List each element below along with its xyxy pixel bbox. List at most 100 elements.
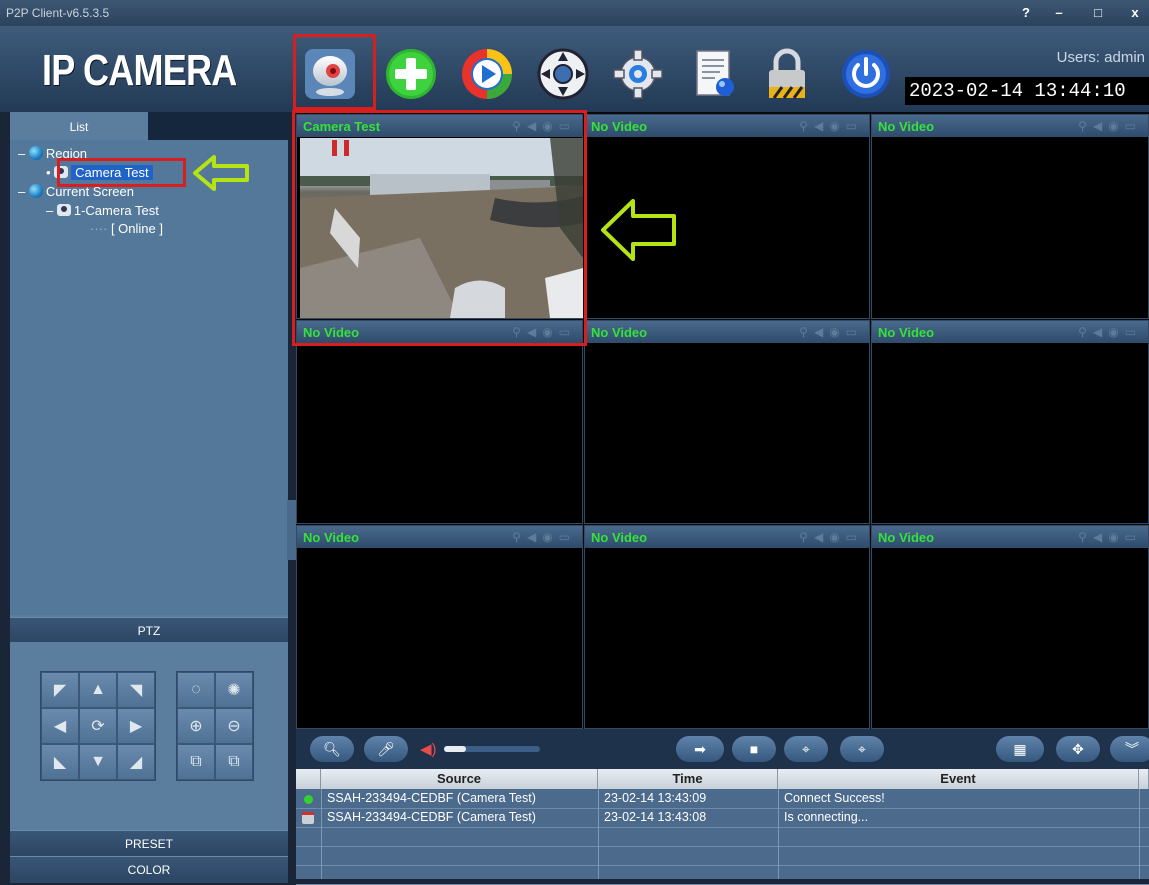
ptz-down-button[interactable]: ▼ <box>79 744 117 780</box>
panel-splitter[interactable] <box>287 500 296 560</box>
annotation-arrow-left <box>193 155 249 191</box>
fullscreen-button[interactable]: ✥ <box>1056 736 1100 762</box>
list-tab[interactable]: List <box>10 112 148 140</box>
zoom-out-button[interactable]: ⧉ <box>215 744 253 780</box>
crosshair-icon: ⌖ <box>858 740 866 757</box>
ptz-wheel-icon <box>537 48 589 100</box>
table-row <box>296 828 1149 847</box>
title-bar: P2P Client-v6.5.3.5 ? – □ x <box>0 0 1149 26</box>
video-cell-5[interactable]: No Video ⚲◀◉▭ <box>584 320 870 524</box>
chevron-down-icon: ︾ <box>1125 741 1139 757</box>
table-row <box>296 866 1149 885</box>
connected-status-icon <box>304 795 313 804</box>
video-cell-4[interactable]: No Video ⚲◀◉▭ <box>296 320 583 524</box>
column-header-time[interactable]: Time <box>598 769 778 789</box>
tree-node-camera-channel[interactable]: – 1-Camera Test <box>46 203 159 218</box>
app-logo: IP CAMERA <box>42 46 237 95</box>
maximize-button[interactable]: □ <box>1085 3 1111 23</box>
lock-button[interactable] <box>757 44 817 104</box>
ptz-zoom-pad: ◌ ✺ ⊕ ⊖ ⧉ ⧉ <box>176 671 254 781</box>
camera-snapshot-icon: ■ <box>749 741 759 757</box>
globe-icon <box>28 184 43 198</box>
ptz-direction-pad: ◤ ▲ ◥ ◀ ⟳ ▶ ◣ ▼ ◢ <box>40 671 156 781</box>
ptz-auto-button[interactable]: ⟳ <box>79 708 117 744</box>
focus-out-button[interactable]: ⊖ <box>215 708 253 744</box>
add-icon <box>386 49 436 99</box>
window-title: P2P Client-v6.5.3.5 <box>6 6 110 20</box>
grid-layout-icon: ▦ <box>1013 740 1027 757</box>
clock-display: 2023-02-14 13:44:10 <box>905 77 1149 105</box>
ptz-up-right-button[interactable]: ◥ <box>117 672 155 708</box>
cell-tool-icons: ⚲◀◉▭ <box>799 119 863 133</box>
add-device-button[interactable] <box>381 44 441 104</box>
volume-slider[interactable] <box>444 746 540 752</box>
ptz-left-button[interactable]: ◀ <box>41 708 79 744</box>
header: IP CAMERA Users: admin 2023-02-14 13:44:… <box>0 26 1149 112</box>
video-cell-7[interactable]: No Video ⚲◀◉▭ <box>296 525 583 729</box>
cell-tool-icons: ⚲◀◉▭ <box>1078 530 1142 544</box>
video-cell-9[interactable]: No Video ⚲◀◉▭ <box>871 525 1149 729</box>
cell-tool-icons: ⚲◀◉▭ <box>799 530 863 544</box>
log-icon <box>696 50 734 96</box>
column-header-source[interactable]: Source <box>321 769 598 789</box>
playback-button[interactable] <box>457 44 517 104</box>
close-button[interactable]: x <box>1122 3 1148 23</box>
ptz-right-button[interactable]: ▶ <box>117 708 155 744</box>
ptz-up-button[interactable]: ▲ <box>79 672 117 708</box>
iris-open-button[interactable]: ✺ <box>215 672 253 708</box>
move-arrows-icon: ✥ <box>1072 740 1084 757</box>
table-row[interactable]: SSAH-233494-CEDBF (Camera Test) 23-02-14… <box>296 809 1149 828</box>
preset-section-header[interactable]: PRESET <box>10 830 288 857</box>
ptz-control-button[interactable] <box>533 44 593 104</box>
iris-close-button[interactable]: ◌ <box>177 672 215 708</box>
help-button[interactable]: ? <box>1013 3 1039 23</box>
cell-tool-icons: ⚲◀◉▭ <box>1078 325 1142 339</box>
cell-tool-icons: ⚲◀◉▭ <box>512 530 576 544</box>
focus-in-button[interactable]: ⊕ <box>177 708 215 744</box>
ptz-move-button[interactable]: ⌖ <box>840 736 884 762</box>
column-header-event[interactable]: Event <box>778 769 1139 789</box>
video-cell-8[interactable]: No Video ⚲◀◉▭ <box>584 525 870 729</box>
search-icon: 🔍︎ <box>323 740 341 757</box>
video-cell-3[interactable]: No Video ⚲◀◉▭ <box>871 114 1149 319</box>
log-button[interactable] <box>684 44 744 104</box>
lock-icon <box>769 48 805 99</box>
highlight-box <box>292 110 587 346</box>
camera-icon <box>56 204 71 216</box>
record-icon: ➡ <box>694 740 706 757</box>
zoom-in-button[interactable]: ⧉ <box>177 744 215 780</box>
settings-button[interactable] <box>608 44 668 104</box>
volume-slider-fill <box>444 746 466 752</box>
ptz-down-left-button[interactable]: ◣ <box>41 744 79 780</box>
video-cell-6[interactable]: No Video ⚲◀◉▭ <box>871 320 1149 524</box>
speaker-icon: ◀) <box>420 741 437 758</box>
table-row <box>296 847 1149 866</box>
highlight-box <box>293 34 376 110</box>
snapshot-button[interactable]: ■ <box>732 736 776 762</box>
cell-tool-icons: ⚲◀◉▭ <box>1078 119 1142 133</box>
ptz-down-right-button[interactable]: ◢ <box>117 744 155 780</box>
power-icon <box>842 50 890 98</box>
current-user: Users: admin <box>1056 49 1145 66</box>
connecting-status-icon <box>302 812 314 824</box>
control-bar: 🔍︎ 🎤︎ ◀) ➡ ■ ⌖ ⌖ ▦ ✥ ︾ <box>296 729 1149 769</box>
collapse-button[interactable]: ︾ <box>1110 736 1149 762</box>
layout-button[interactable]: ▦ <box>996 736 1044 762</box>
search-button[interactable]: 🔍︎ <box>310 736 354 762</box>
device-tree: – Region • Camera Test – Current Screen … <box>10 140 288 615</box>
ptz-section-header[interactable]: PTZ <box>10 617 288 644</box>
ptz-panel: ◤ ▲ ◥ ◀ ⟳ ▶ ◣ ▼ ◢ ◌ ✺ ⊕ ⊖ ⧉ ⧉ <box>10 642 288 830</box>
left-panel: List – Region • Camera Test – Current Sc… <box>10 112 288 883</box>
table-row[interactable]: SSAH-233494-CEDBF (Camera Test) 23-02-14… <box>296 790 1149 809</box>
cell-tool-icons: ⚲◀◉▭ <box>799 325 863 339</box>
highlight-box <box>57 158 186 187</box>
annotation-arrow-grid <box>601 199 676 261</box>
minimize-button[interactable]: – <box>1046 3 1072 23</box>
settings-icon <box>613 49 663 99</box>
power-button[interactable] <box>836 44 896 104</box>
ptz-center-button[interactable]: ⌖ <box>784 736 828 762</box>
talk-button[interactable]: 🎤︎ <box>364 736 408 762</box>
ptz-up-left-button[interactable]: ◤ <box>41 672 79 708</box>
record-button[interactable]: ➡ <box>676 736 724 762</box>
globe-icon <box>28 146 43 160</box>
